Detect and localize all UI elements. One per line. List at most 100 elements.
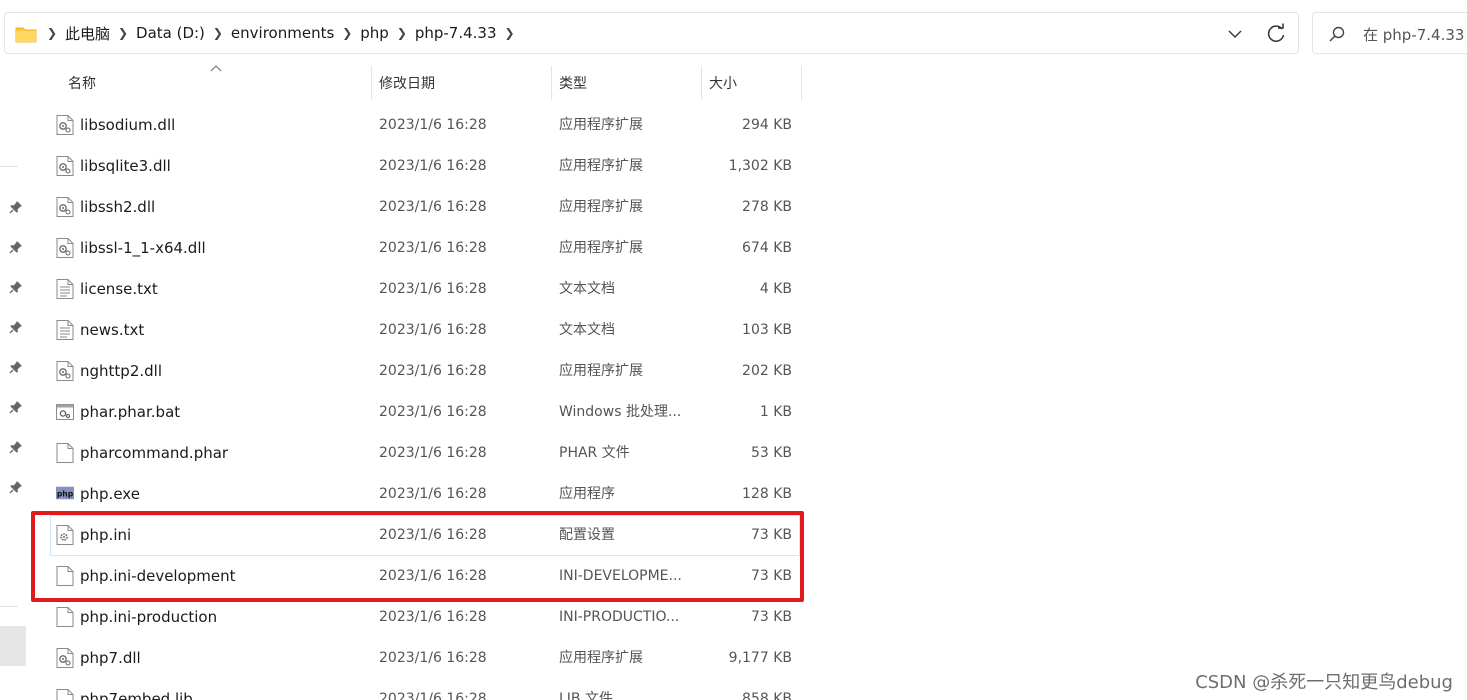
address-bar[interactable]: ❯ 此电脑 ❯ Data (D:) ❯ environments ❯ php ❯… [4, 12, 1299, 54]
nav-scroll-thumb[interactable] [0, 626, 26, 666]
file-name: php.exe [80, 485, 140, 503]
dll-icon [56, 238, 74, 258]
chevron-right-icon[interactable]: ❯ [112, 26, 134, 40]
file-row[interactable]: license.txt 2023/1/6 16:28 文本文档 4 KB [50, 269, 800, 310]
breadcrumb-php[interactable]: php [358, 24, 391, 42]
file-size: 9,177 KB [728, 650, 792, 666]
file-modified-date: 2023/1/6 16:28 [379, 322, 487, 338]
breadcrumb: ❯ 此电脑 ❯ Data (D:) ❯ environments ❯ php ❯… [41, 13, 521, 53]
file-modified-date: 2023/1/6 16:28 [379, 650, 487, 666]
file-row[interactable]: php7.dll 2023/1/6 16:28 应用程序扩展 9,177 KB [50, 638, 800, 679]
breadcrumb-data-drive[interactable]: Data (D:) [134, 24, 207, 42]
file-type: 文本文档 [559, 322, 615, 338]
svg-text:php: php [57, 490, 74, 499]
column-header-size[interactable]: 大小 [709, 66, 799, 100]
breadcrumb-this-pc[interactable]: 此电脑 [63, 23, 112, 44]
search-placeholder: 在 php-7.4.33 中搜索 [1363, 26, 1467, 44]
column-divider[interactable] [551, 66, 552, 100]
file-name: libsodium.dll [80, 116, 176, 134]
chevron-right-icon[interactable]: ❯ [499, 26, 521, 40]
file-type: INI-PRODUCTIO... [559, 609, 680, 625]
file-row[interactable]: libssl-1_1-x64.dll 2023/1/6 16:28 应用程序扩展 67… [50, 228, 800, 269]
dll-icon [56, 197, 74, 217]
file-row[interactable]: php php.exe 2023/1/6 16:28 应用程序 128 KB [50, 474, 800, 515]
file-row[interactable]: php.ini-production 2023/1/6 16:28 INI-PROD… [50, 597, 800, 638]
file-name: news.txt [80, 321, 145, 339]
batch-file-icon [56, 402, 74, 422]
watermark: CSDN @杀死一只知更鸟debug [1195, 672, 1453, 693]
pin-icon[interactable] [9, 440, 23, 454]
file-row[interactable]: pharcommand.phar 2023/1/6 16:28 PHAR 文件 53 … [50, 433, 800, 474]
chevron-right-icon[interactable]: ❯ [207, 26, 229, 40]
column-divider[interactable] [371, 66, 372, 100]
pin-icon[interactable] [9, 360, 23, 374]
file-row[interactable]: libsqlite3.dll 2023/1/6 16:28 应用程序扩展 1,302 … [50, 146, 800, 187]
text-file-icon [56, 320, 74, 340]
column-divider[interactable] [801, 66, 802, 100]
file-size: 278 KB [742, 199, 792, 215]
file-row[interactable]: nghttp2.dll 2023/1/6 16:28 应用程序扩展 202 KB [50, 351, 800, 392]
breadcrumb-environments[interactable]: environments [229, 24, 336, 42]
file-row[interactable]: news.txt 2023/1/6 16:28 文本文档 103 KB [50, 310, 800, 351]
file-modified-date: 2023/1/6 16:28 [379, 363, 487, 379]
search-input[interactable]: 在 php-7.4.33 中搜索 [1312, 12, 1467, 54]
file-type: 应用程序扩展 [559, 158, 643, 174]
file-modified-date: 2023/1/6 16:28 [379, 445, 487, 461]
refresh-icon[interactable] [1265, 23, 1287, 45]
file-list: libsodium.dll 2023/1/6 16:28 应用程序扩展 294 KB l… [50, 105, 800, 700]
pin-icon[interactable] [9, 480, 23, 494]
file-type: 应用程序扩展 [559, 117, 643, 133]
file-row[interactable]: php7embed.lib 2023/1/6 16:28 LIB 文件 858 KB [50, 679, 800, 700]
dll-icon [56, 156, 74, 176]
chevron-right-icon[interactable]: ❯ [391, 26, 413, 40]
file-modified-date: 2023/1/6 16:28 [379, 486, 487, 502]
pin-icon[interactable] [9, 400, 23, 414]
file-modified-date: 2023/1/6 16:28 [379, 240, 487, 256]
search-icon [1329, 26, 1345, 42]
file-explorer-window: ❯ 此电脑 ❯ Data (D:) ❯ environments ❯ php ❯… [0, 0, 1467, 700]
file-modified-date: 2023/1/6 16:28 [379, 158, 487, 174]
file-type: 应用程序扩展 [559, 363, 643, 379]
nav-divider [0, 606, 18, 607]
file-row[interactable]: libsodium.dll 2023/1/6 16:28 应用程序扩展 294 KB [50, 105, 800, 146]
file-type: 应用程序 [559, 486, 615, 502]
file-name: libssl-1_1-x64.dll [80, 239, 206, 257]
file-name: php7embed.lib [80, 690, 193, 700]
column-header-name[interactable]: 名称 [68, 66, 368, 100]
file-name: pharcommand.phar [80, 444, 229, 462]
file-type: 应用程序扩展 [559, 199, 643, 215]
file-modified-date: 2023/1/6 16:28 [379, 609, 487, 625]
file-modified-date: 2023/1/6 16:28 [379, 117, 487, 133]
pin-icon[interactable] [9, 280, 23, 294]
pin-icon[interactable] [9, 240, 23, 254]
file-modified-date: 2023/1/6 16:28 [379, 404, 487, 420]
file-name: libssh2.dll [80, 198, 156, 216]
file-name: license.txt [80, 280, 158, 298]
column-divider[interactable] [701, 66, 702, 100]
chevron-down-icon [1228, 30, 1242, 38]
breadcrumb-php-7-4-33[interactable]: php-7.4.33 [413, 24, 499, 42]
column-header-type[interactable]: 类型 [559, 66, 699, 100]
chevron-right-icon[interactable]: ❯ [41, 26, 63, 40]
file-size: 103 KB [742, 322, 792, 338]
file-size: 294 KB [742, 117, 792, 133]
file-size: 1 KB [759, 404, 792, 420]
file-size: 128 KB [742, 486, 792, 502]
folder-icon [15, 27, 37, 43]
file-modified-date: 2023/1/6 16:28 [379, 281, 487, 297]
file-modified-date: 2023/1/6 16:28 [379, 691, 487, 700]
file-row[interactable]: phar.phar.bat 2023/1/6 16:28 Windows 批处理..… [50, 392, 800, 433]
file-row[interactable]: libssh2.dll 2023/1/6 16:28 应用程序扩展 278 KB [50, 187, 800, 228]
file-name: php7.dll [80, 649, 141, 667]
blank-file-icon [56, 443, 74, 463]
pin-icon[interactable] [9, 200, 23, 214]
file-name: nghttp2.dll [80, 362, 162, 380]
address-history-dropdown[interactable] [1223, 25, 1247, 43]
column-header-date[interactable]: 修改日期 [379, 66, 549, 100]
file-size: 4 KB [759, 281, 792, 297]
file-modified-date: 2023/1/6 16:28 [379, 199, 487, 215]
pin-icon[interactable] [9, 320, 23, 334]
file-size: 1,302 KB [728, 158, 792, 174]
file-type: LIB 文件 [559, 691, 613, 700]
chevron-right-icon[interactable]: ❯ [336, 26, 358, 40]
